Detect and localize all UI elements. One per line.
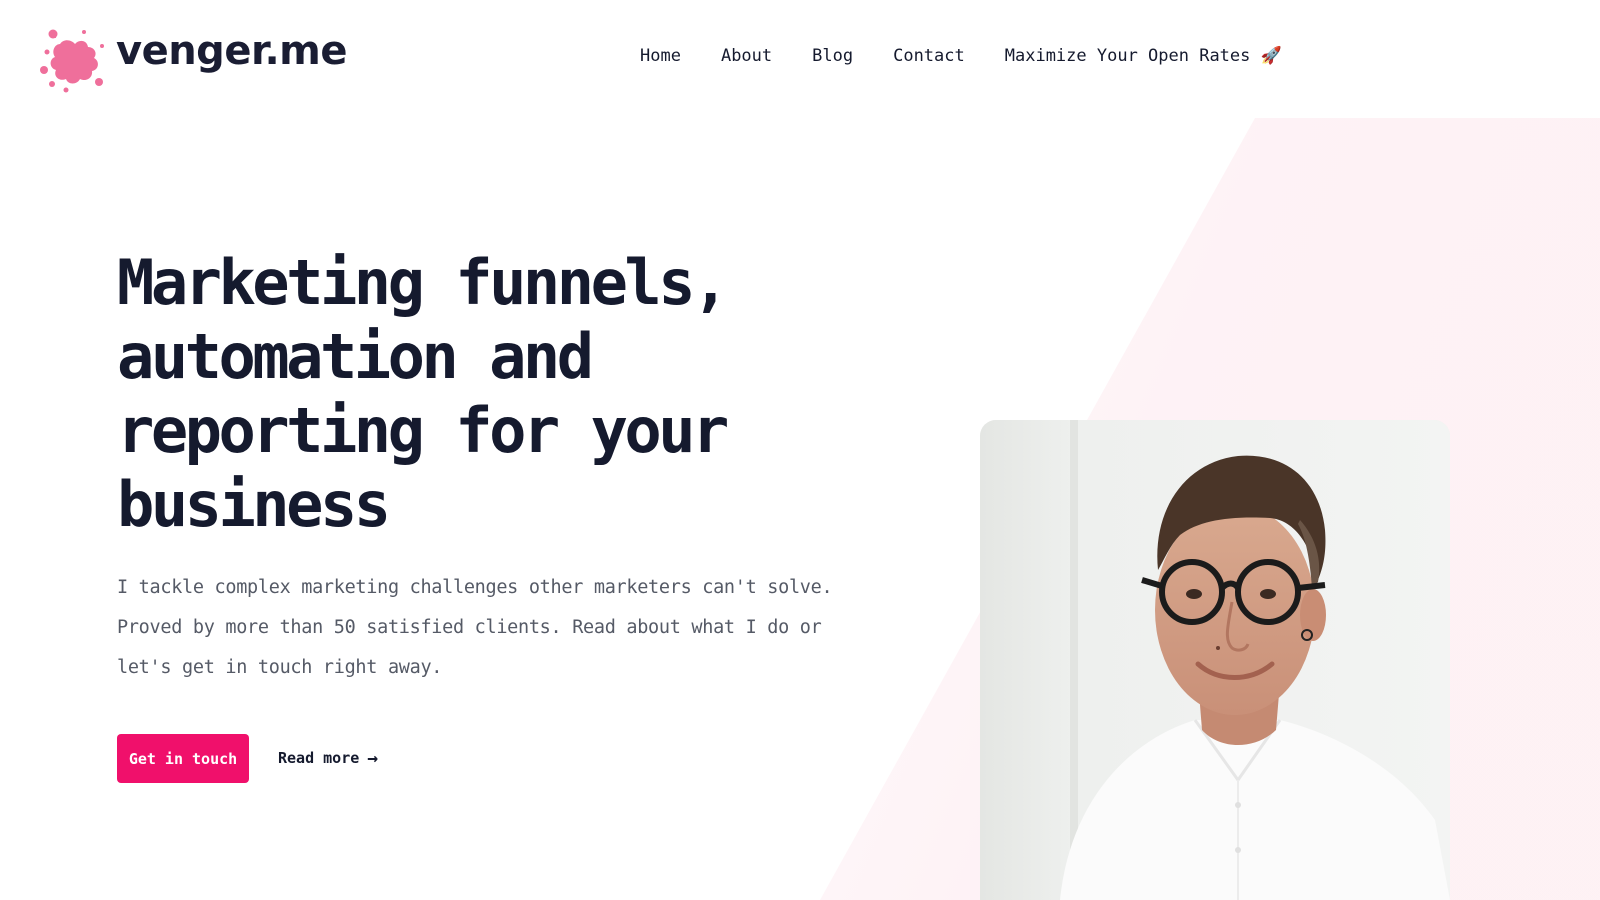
- read-more-label: Read more: [278, 749, 360, 767]
- hero-description: I tackle complex marketing challenges ot…: [117, 577, 833, 678]
- arrow-right-icon: →: [367, 747, 379, 769]
- nav-home[interactable]: Home: [640, 46, 681, 66]
- nav-maximize-open-rates[interactable]: Maximize Your Open Rates 🚀: [1005, 46, 1282, 66]
- site-header: venger.me Home About Blog Contact Maximi…: [0, 0, 1600, 118]
- nav-blog[interactable]: Blog: [812, 46, 853, 66]
- portrait-photo: [980, 420, 1450, 900]
- main-navigation: Home About Blog Contact Maximize Your Op…: [640, 46, 1282, 66]
- get-in-touch-button[interactable]: Get in touch: [117, 734, 249, 783]
- hero-title: Marketing funnels, automation and report…: [117, 246, 729, 541]
- portrait-illustration: [980, 420, 1450, 900]
- site-logo[interactable]: venger.me: [38, 24, 347, 94]
- nav-about[interactable]: About: [721, 46, 772, 66]
- nav-contact[interactable]: Contact: [893, 46, 965, 66]
- paint-splash-icon: [40, 29, 104, 93]
- site-logo-text: venger.me: [116, 28, 347, 74]
- read-more-link[interactable]: Read more →: [278, 746, 378, 770]
